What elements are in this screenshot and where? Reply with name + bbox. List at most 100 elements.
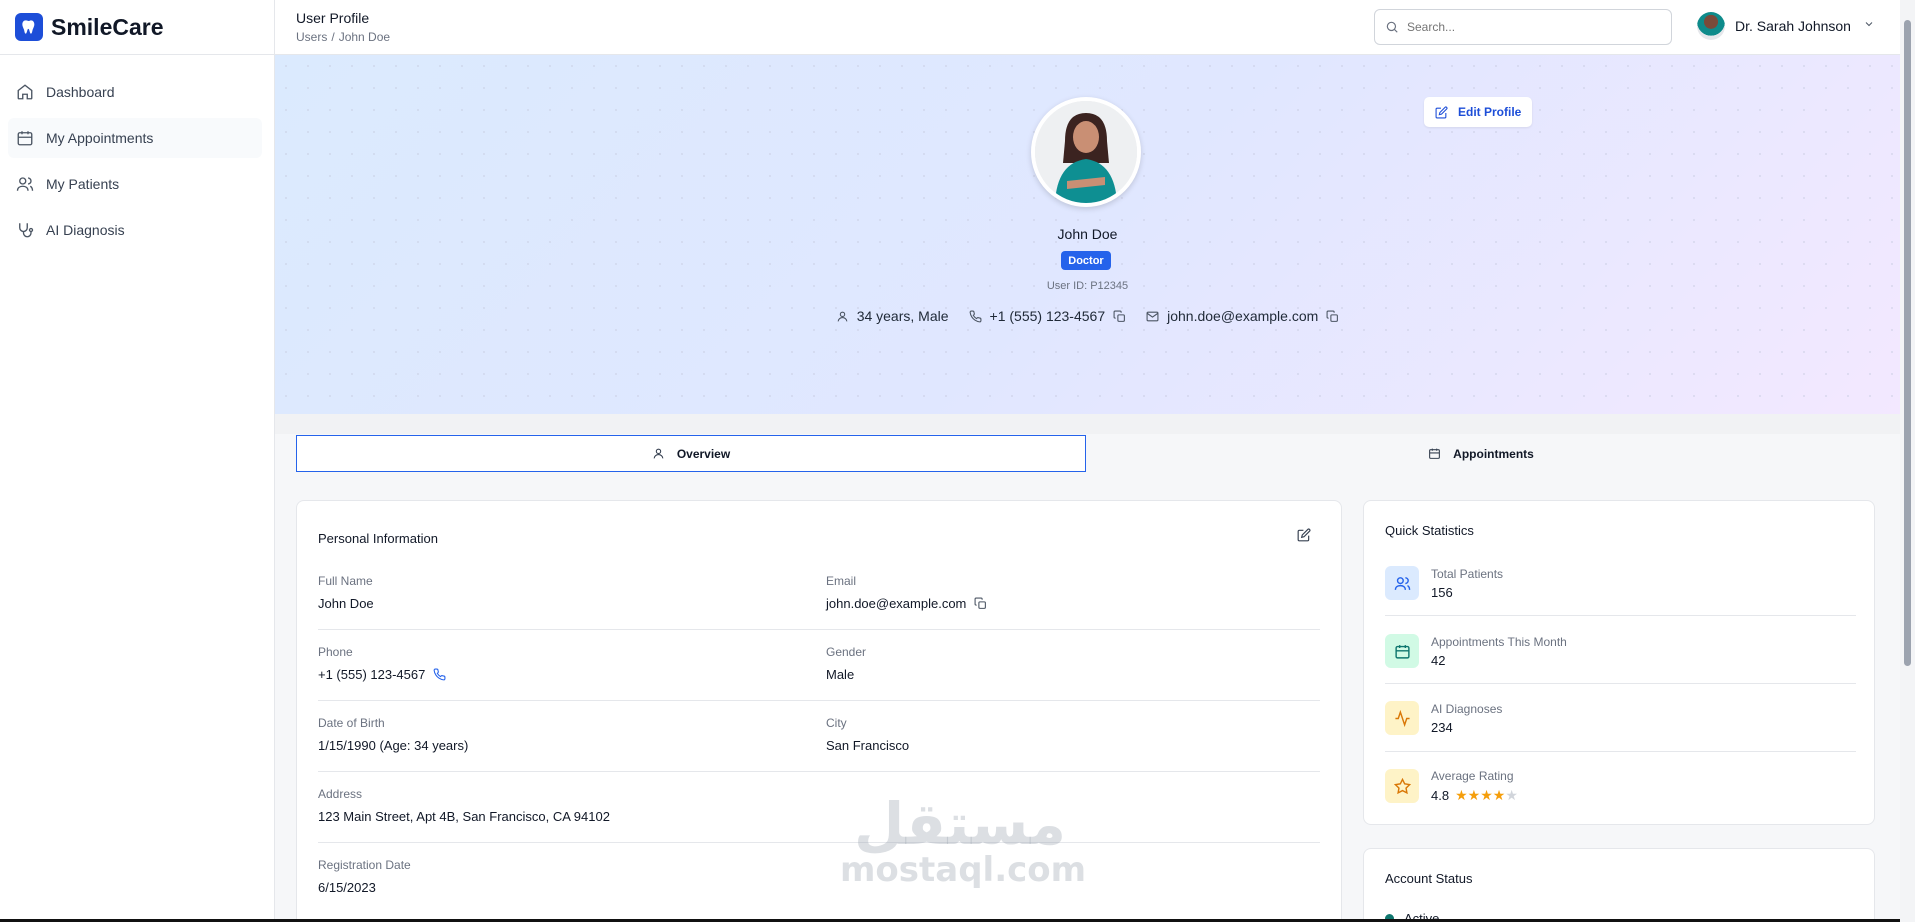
field-email: Email john.doe@example.com	[826, 574, 987, 611]
age-gender-text: 34 years, Male	[856, 308, 949, 324]
profile-hero: Edit Profile John Doe Doctor User ID: P1…	[275, 55, 1900, 414]
divider	[1385, 615, 1856, 616]
stat-average-rating: Average Rating 4.8 ★★★★★	[1385, 758, 1856, 814]
quick-stats-title: Quick Statistics	[1385, 523, 1474, 538]
stat-total-patients: Total Patients 156	[1385, 555, 1856, 611]
breadcrumb-link-users[interactable]: Users	[296, 30, 327, 44]
sidebar-item-ai-diagnosis[interactable]: AI Diagnosis	[8, 210, 262, 250]
profile-name: John Doe	[1057, 226, 1118, 242]
edit-profile-label: Edit Profile	[1458, 105, 1522, 119]
search-box[interactable]	[1374, 9, 1672, 45]
star-filled-icon: ★	[1455, 786, 1468, 803]
sidebar-item-patients[interactable]: My Patients	[8, 164, 262, 204]
field-label: Phone	[318, 645, 353, 659]
field-label: City	[826, 716, 847, 730]
page-scrollbar[interactable]	[1900, 0, 1915, 922]
copy-icon[interactable]	[1326, 310, 1339, 323]
edit-icon	[1435, 105, 1448, 118]
stat-value: 234	[1431, 719, 1453, 735]
role-badge: Doctor	[1061, 251, 1111, 270]
personal-info-card: Personal Information Full Name John Doe …	[296, 500, 1342, 922]
divider	[318, 842, 1320, 843]
field-label: Full Name	[318, 574, 373, 588]
account-status-title: Account Status	[1385, 871, 1473, 886]
email-text: john.doe@example.com	[1167, 308, 1319, 324]
divider	[318, 629, 1320, 630]
stat-ai-diagnoses: AI Diagnoses 234	[1385, 690, 1856, 746]
tab-overview[interactable]: Overview	[296, 435, 1086, 472]
mail-icon	[1146, 311, 1159, 321]
user-id: User ID: P12345	[1046, 280, 1129, 292]
email-value: john.doe@example.com	[826, 596, 967, 611]
users-icon	[16, 177, 34, 191]
sidebar-item-dashboard[interactable]: Dashboard	[8, 72, 262, 112]
phone-text: +1 (555) 123-4567	[989, 308, 1106, 324]
star-empty-icon: ★	[1505, 786, 1518, 803]
tooth-logo-icon	[15, 13, 43, 41]
copy-icon[interactable]	[1113, 310, 1126, 323]
sidebar-item-label: Dashboard	[46, 84, 115, 100]
sidebar-item-appointments[interactable]: My Appointments	[8, 118, 262, 158]
rating-stars: ★★★★★	[1455, 787, 1518, 804]
sidebar-item-label: My Patients	[46, 176, 120, 192]
activity-icon	[1385, 701, 1419, 735]
phone-icon[interactable]	[433, 668, 446, 681]
star-filled-icon: ★	[1480, 786, 1493, 803]
copy-icon[interactable]	[974, 597, 987, 610]
personal-info-title: Personal Information	[318, 531, 438, 546]
calendar-icon	[1385, 634, 1419, 668]
edit-personal-info-button[interactable]	[1297, 528, 1311, 542]
phone-icon	[969, 310, 981, 322]
field-value: john.doe@example.com	[826, 596, 987, 611]
user-name: Dr. Sarah Johnson	[1735, 18, 1851, 34]
calendar-icon	[1429, 448, 1441, 459]
tab-appointments[interactable]: Appointments	[1086, 435, 1876, 472]
tab-label: Overview	[676, 446, 731, 461]
stat-appointments-month: Appointments This Month 42	[1385, 623, 1856, 679]
field-city: City San Francisco	[826, 716, 909, 753]
star-filled-icon: ★	[1467, 786, 1481, 803]
divider	[318, 771, 1320, 772]
home-icon	[17, 84, 33, 100]
stat-label: Total Patients	[1431, 566, 1504, 581]
field-value: 6/15/2023	[318, 880, 376, 895]
field-label: Registration Date	[318, 858, 411, 872]
breadcrumb-separator: /	[331, 30, 335, 44]
sidebar-nav: Dashboard My Appointments My Patients AI…	[0, 55, 274, 250]
page-title: User Profile	[296, 10, 370, 26]
tabs-bar	[275, 414, 1900, 434]
calendar-icon	[17, 131, 33, 146]
stat-label: Average Rating	[1431, 768, 1514, 783]
search-icon	[1386, 21, 1398, 33]
top-header: User Profile Users /John Doe Dr. Sarah Jo…	[275, 0, 1900, 55]
field-label: Date of Birth	[318, 716, 385, 730]
sidebar: SmileCare Dashboard My Appointments My P…	[0, 0, 275, 922]
users-icon	[1385, 566, 1419, 600]
divider	[318, 700, 1320, 701]
breadcrumb-current: John Doe	[338, 30, 391, 44]
field-label: Address	[318, 787, 363, 801]
field-phone: Phone +1 (555) 123-4567	[318, 645, 446, 682]
age-gender: 34 years, Male	[836, 308, 949, 324]
search-input[interactable]	[1407, 20, 1647, 34]
chevron-down-icon	[1863, 17, 1875, 35]
rating-value: 4.8	[1431, 787, 1450, 803]
stat-label: AI Diagnoses	[1431, 701, 1503, 716]
account-status-card: Account Status Active	[1363, 848, 1875, 922]
email-meta: john.doe@example.com	[1146, 308, 1339, 324]
edit-profile-button[interactable]: Edit Profile	[1424, 97, 1533, 127]
field-value: San Francisco	[826, 738, 910, 753]
scrollbar-thumb[interactable]	[1904, 20, 1911, 666]
field-value: 123 Main Street, Apt 4B, San Francisco, …	[318, 809, 610, 824]
stat-value: 156	[1431, 584, 1453, 600]
quick-stats-card: Quick Statistics Total Patients 156 Appo…	[1363, 500, 1875, 825]
phone-value: +1 (555) 123-4567	[318, 667, 426, 682]
field-value: +1 (555) 123-4567	[318, 667, 446, 682]
user-menu[interactable]: Dr. Sarah Johnson	[1697, 12, 1875, 40]
user-icon	[837, 311, 848, 321]
brand[interactable]: SmileCare	[0, 0, 274, 55]
user-icon	[653, 448, 664, 459]
field-label: Gender	[826, 645, 867, 659]
profile-meta: 34 years, Male +1 (555) 123-4567 john.do…	[275, 308, 1900, 324]
field-gender: Gender Male	[826, 645, 866, 682]
